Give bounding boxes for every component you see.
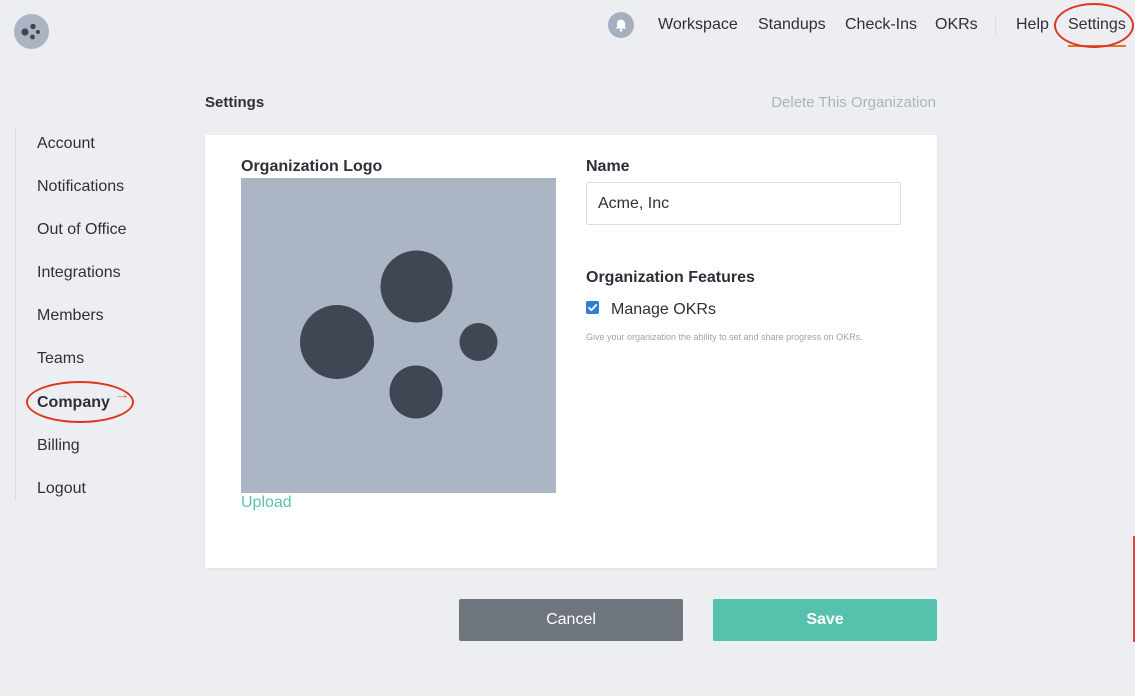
sidebar-item-account[interactable]: Account [37,135,95,153]
organization-features-label: Organization Features [586,269,755,286]
upload-logo-link[interactable]: Upload [241,494,292,512]
manage-okrs-label[interactable]: Manage OKRs [611,301,716,319]
sidebar-item-out-of-office[interactable]: Out of Office [37,221,127,239]
nav-help[interactable]: Help [1016,16,1049,34]
check-icon [588,304,598,312]
sidebar-item-billing[interactable]: Billing [37,437,80,455]
nav-check-ins[interactable]: Check-Ins [845,16,917,34]
sidebar-item-notifications[interactable]: Notifications [37,178,124,196]
sidebar-item-teams[interactable]: Teams [37,350,84,368]
nav-settings[interactable]: Settings [1068,16,1126,34]
save-button[interactable]: Save [713,599,937,641]
nav-standups[interactable]: Standups [758,16,826,34]
bell-icon[interactable] [608,12,634,38]
sidebar-item-members[interactable]: Members [37,307,104,325]
cancel-button[interactable]: Cancel [459,599,683,641]
sidebar-item-integrations[interactable]: Integrations [37,264,121,282]
nav-divider [995,15,996,37]
organization-logo-image[interactable] [241,178,556,493]
nav-active-underline [1068,45,1126,47]
manage-okrs-help-text: Give your organization the ability to se… [586,332,863,342]
active-arrow-icon: → [114,386,130,403]
delete-organization-link[interactable]: Delete This Organization [771,94,936,111]
app-logo-icon[interactable] [14,14,49,49]
dots-logo-icon [300,250,498,419]
sidebar-item-logout[interactable]: Logout [37,480,86,498]
nav-okrs[interactable]: OKRs [935,16,978,34]
company-settings-card: Organization Logo Upload Name Organizati… [205,135,937,568]
manage-okrs-checkbox[interactable] [586,301,599,314]
sidebar-item-company[interactable]: Company [37,394,110,412]
organization-name-input[interactable] [586,182,901,225]
page-title: Settings [205,94,265,111]
nav-workspace[interactable]: Workspace [658,16,738,34]
organization-logo-label: Organization Logo [241,158,383,175]
name-label: Name [586,158,630,175]
